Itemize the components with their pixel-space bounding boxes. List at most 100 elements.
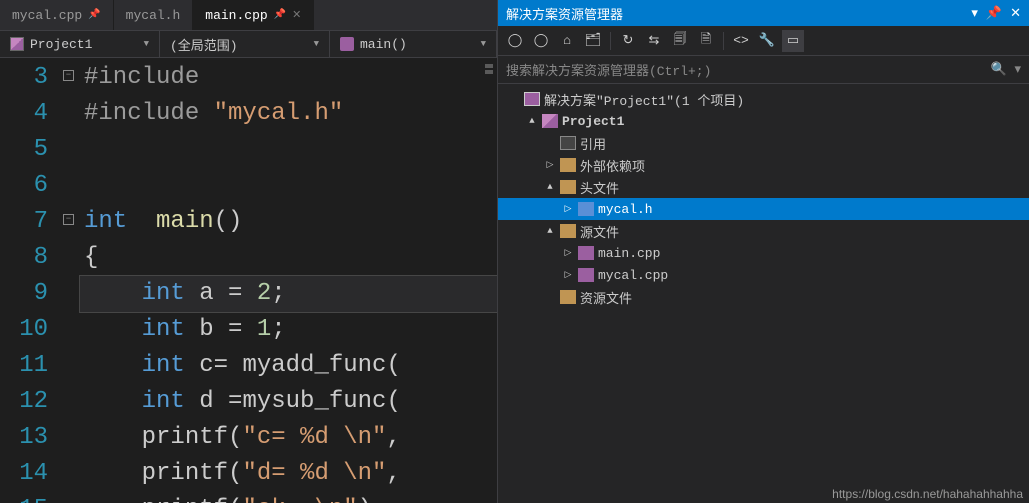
tree-node[interactable]: ▷ 外部依赖项 [498,154,1029,176]
watermark: https://blog.csdn.net/hahahahhahha [832,487,1023,501]
pin-icon[interactable]: 📌 [274,9,286,21]
explorer-search[interactable]: 搜索解决方案资源管理器(Ctrl+;) 🔍 ▾ [498,56,1029,84]
back-icon[interactable]: ◯ [504,30,526,52]
code-icon[interactable]: <> [730,30,752,52]
tree-node[interactable]: ▷mycal.cpp [498,264,1029,286]
editor-tabs: mycal.cpp📌mycal.hmain.cpp📌✕ [0,0,497,30]
code-line[interactable] [80,168,497,204]
tree-label: 头文件 [580,178,619,197]
project-icon [10,37,24,51]
home-icon[interactable]: ⌂ [556,30,578,52]
code-lines[interactable]: #include #include "mycal.h" int main(){ … [80,58,497,503]
code-line[interactable]: printf("c= %d \n", [80,420,497,456]
folder-icon [560,224,576,238]
close-icon[interactable]: ✕ [292,8,301,22]
tab-main-cpp[interactable]: main.cpp📌✕ [193,0,314,30]
expand-icon[interactable]: ▲ [544,226,556,236]
dropdown-icon[interactable]: ▾ [971,6,978,21]
editor-pane: mycal.cpp📌mycal.hmain.cpp📌✕ Project1 ▼ (… [0,0,497,503]
code-line[interactable]: int main() [80,204,497,240]
sln-icon [524,92,540,106]
expand-icon[interactable] [508,94,520,104]
sync-icon[interactable]: 🗂 [582,30,604,52]
folder-icon [560,158,576,172]
tree-node[interactable]: ▷ mycal.h [498,198,1029,220]
folder-icon [560,180,576,194]
line-number: 11 [0,348,48,384]
code-editor[interactable]: 3456789101112131415 −− #include #include… [0,58,497,503]
wrench-icon[interactable]: 🔧 [756,30,778,52]
tree-node[interactable]: 引用 [498,132,1029,154]
folder-icon [560,290,576,304]
tree-node[interactable]: ▷ main.cpp [498,242,1029,264]
expand-icon[interactable] [544,138,556,148]
properties-icon[interactable]: 🗎 [695,30,717,52]
code-line[interactable]: int d =mysub_func( [80,384,497,420]
tree-node[interactable]: 解决方案"Project1"(1 个项目) [498,88,1029,110]
expand-icon[interactable]: ▷ [562,248,574,258]
tree-label: 外部依赖项 [580,156,645,175]
tab-label: mycal.cpp [12,8,82,23]
cpp-icon [578,268,594,282]
fold-gutter[interactable]: −− [60,58,80,503]
solution-tree[interactable]: https://blog.csdn.net/hahahahhahha 解决方案"… [498,84,1029,503]
tree-node[interactable]: ▲ 头文件 [498,176,1029,198]
forward-icon[interactable]: ◯ [530,30,552,52]
code-line[interactable]: int b = 1; [80,312,497,348]
tree-label: main.cpp [598,246,660,261]
code-line[interactable]: #include "mycal.h" [80,96,497,132]
line-number: 6 [0,168,48,204]
context-bar: Project1 ▼ (全局范围) ▼ main() ▼ [0,30,497,58]
context-project[interactable]: Project1 ▼ [0,31,160,57]
line-number: 4 [0,96,48,132]
fold-toggle[interactable]: − [63,70,74,81]
tree-label: 源文件 [580,222,619,241]
code-line[interactable]: printf("ok~ \n") [80,492,497,503]
tree-label: Project1 [562,114,624,129]
close-icon[interactable]: ✕ [1010,6,1021,21]
code-line[interactable] [80,132,497,168]
context-scope-label: (全局范围) [170,35,238,54]
explorer-titlebar[interactable]: 解决方案资源管理器 ▾ 📌 ✕ [498,0,1029,26]
context-function[interactable]: main() ▼ [330,31,497,57]
expand-icon[interactable]: ▲ [526,116,538,126]
tab-mycal-h[interactable]: mycal.h [114,0,194,30]
expand-icon[interactable]: ▷ [562,204,574,214]
explorer-title: 解决方案资源管理器 [506,4,623,23]
tree-label: mycal.h [598,202,653,217]
expand-icon[interactable]: ▷ [544,160,556,170]
chevron-down-icon: ▼ [314,39,319,49]
pin-icon[interactable]: 📌 [986,6,1002,21]
tree-label: 资源文件 [580,288,632,307]
code-line[interactable]: printf("d= %d \n", [80,456,497,492]
tree-node[interactable]: ▲ Project1 [498,110,1029,132]
code-line[interactable]: { [80,240,497,276]
expand-icon[interactable] [544,292,556,302]
solution-explorer: 解决方案资源管理器 ▾ 📌 ✕ ◯ ◯ ⌂ 🗂 ↻ ⇆ 🗐 🗎 <> 🔧 ▭ 搜… [497,0,1029,503]
line-number: 9 [0,276,48,312]
pin-icon[interactable]: 📌 [88,9,100,21]
tree-node[interactable]: ▲ 源文件 [498,220,1029,242]
show-all-icon[interactable]: 🗐 [669,30,691,52]
tree-node[interactable]: 资源文件 [498,286,1029,308]
tab-mycal-cpp[interactable]: mycal.cpp 📌 [0,0,114,30]
fold-toggle[interactable]: − [63,214,74,225]
line-number: 8 [0,240,48,276]
chevron-down-icon: ▼ [144,39,149,49]
refresh-icon[interactable]: ↻ [617,30,639,52]
context-scope[interactable]: (全局范围) ▼ [160,31,330,57]
search-icon[interactable]: 🔍 ▾ [990,62,1021,77]
expand-icon[interactable]: ▲ [544,182,556,192]
tree-label: 引用 [580,134,606,153]
collapse-icon[interactable]: ⇆ [643,30,665,52]
proj-icon [542,114,558,128]
cpp-icon [578,246,594,260]
h-icon [578,202,594,216]
code-line[interactable]: int c= myadd_func( [80,348,497,384]
code-line[interactable]: int a = 2; [80,276,497,312]
line-number: 5 [0,132,48,168]
line-number: 13 [0,420,48,456]
code-line[interactable]: #include [80,60,497,96]
expand-icon[interactable]: ▷ [562,270,574,280]
preview-icon[interactable]: ▭ [782,30,804,52]
